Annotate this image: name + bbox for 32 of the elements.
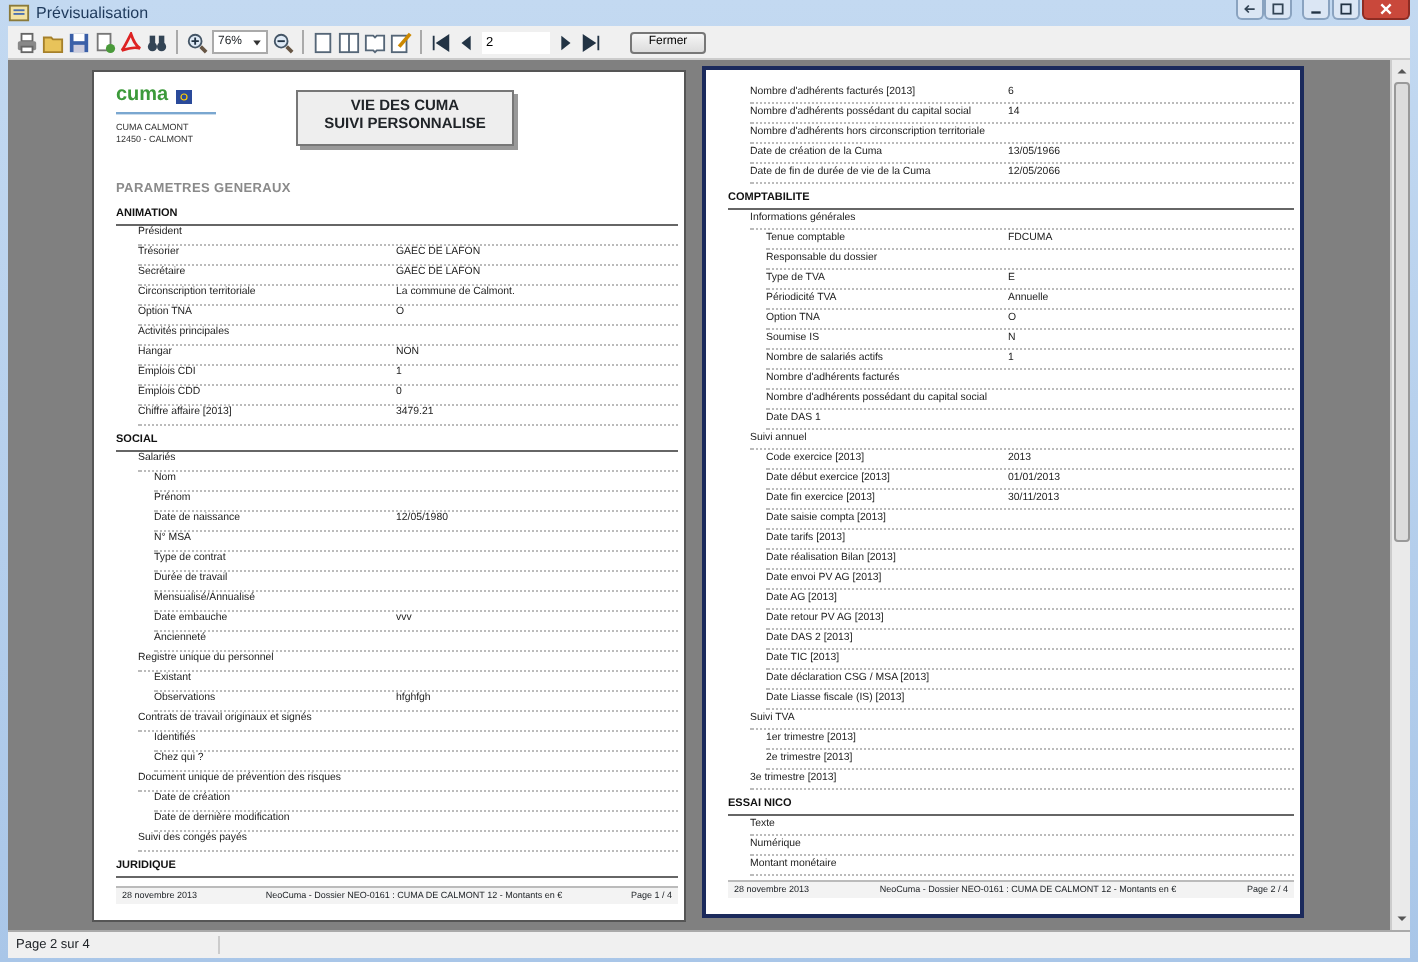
app-icon: [8, 2, 30, 24]
edit-page-icon[interactable]: [390, 31, 412, 53]
vertical-scrollbar[interactable]: [1390, 60, 1410, 930]
save-icon[interactable]: [68, 31, 90, 53]
pages-button[interactable]: [1264, 0, 1292, 20]
zoom-in-icon[interactable]: [186, 31, 208, 53]
maximize-icon: [1338, 2, 1354, 16]
single-page-icon[interactable]: [312, 31, 334, 53]
print-icon[interactable]: [16, 31, 38, 53]
binoculars-icon[interactable]: [146, 31, 168, 53]
window-title: Prévisualisation: [36, 1, 149, 25]
maximize-button[interactable]: [1332, 0, 1360, 20]
scroll-up-icon: [1395, 66, 1407, 78]
scroll-thumb[interactable]: [1393, 82, 1409, 542]
minimize-button[interactable]: [1302, 0, 1330, 20]
back-button[interactable]: [1236, 0, 1264, 20]
flag-icon: [176, 89, 193, 103]
back-icon: [1242, 2, 1258, 16]
page-setup-icon[interactable]: [94, 31, 116, 53]
zoom-out-icon[interactable]: [272, 31, 294, 53]
book-icon[interactable]: [364, 31, 386, 53]
close-button[interactable]: [1362, 0, 1410, 20]
folder-icon[interactable]: [42, 31, 64, 53]
caret-icon: [252, 37, 262, 47]
first-page-icon[interactable]: [430, 31, 452, 53]
scroll-down-icon: [1395, 912, 1407, 924]
logo-text: cuma: [116, 86, 169, 106]
last-page-icon[interactable]: [580, 31, 602, 53]
close-icon: [1378, 2, 1394, 16]
two-pages-icon[interactable]: [338, 31, 360, 53]
pages-icon: [1270, 2, 1286, 16]
logo-tagline-drawing: [116, 110, 216, 116]
